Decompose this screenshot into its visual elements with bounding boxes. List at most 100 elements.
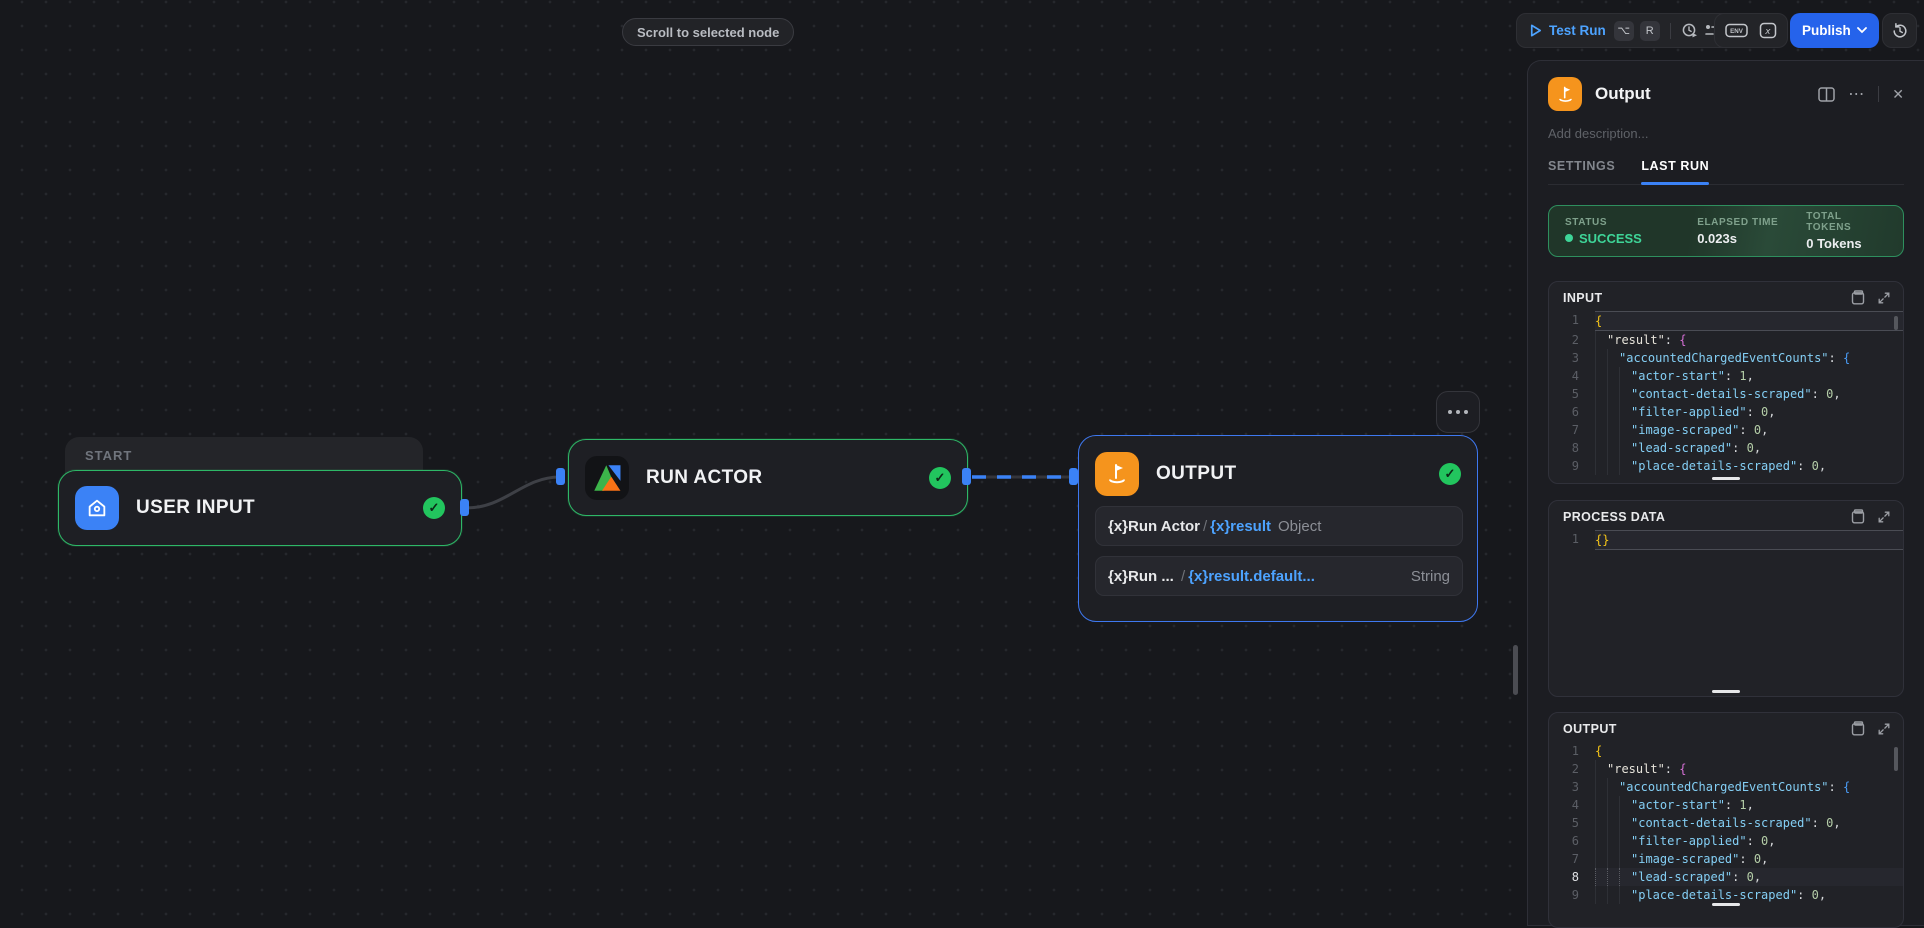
finish-flag-icon (1095, 452, 1139, 496)
code-line: 4"actor-start": 1, (1549, 367, 1903, 385)
input-section: INPUT 1{2"result": {3"accountedChargedEv… (1548, 281, 1904, 484)
code-line: 9"place-details-scraped": 0, (1549, 886, 1903, 904)
node-user-input[interactable]: USER INPUT ✓ (58, 470, 462, 546)
code-line: 6"filter-applied": 0, (1549, 832, 1903, 850)
code-line: 2"result": { (1549, 331, 1903, 349)
node-run-actor[interactable]: RUN ACTOR ✓ (568, 439, 968, 516)
output-section-title: OUTPUT (1563, 722, 1617, 736)
variables-icon[interactable]: x (1759, 22, 1777, 39)
code-line: 5"contact-details-scraped": 0, (1549, 814, 1903, 832)
success-check-icon: ✓ (929, 467, 951, 489)
mapping-reference: {x}result.default... (1188, 568, 1315, 585)
node-title: OUTPUT (1156, 463, 1237, 485)
resize-handle[interactable] (1712, 477, 1740, 481)
process-data-editor[interactable]: 1{} (1549, 528, 1903, 558)
code-line: 3"accountedChargedEventCounts": { (1549, 778, 1903, 796)
svg-text:ENV: ENV (1730, 28, 1744, 35)
input-code-editor[interactable]: 1{2"result": {3"accountedChargedEventCou… (1549, 309, 1903, 483)
copy-icon[interactable] (1851, 290, 1865, 305)
actor-icon (585, 456, 629, 500)
process-data-section: PROCESS DATA 1{} (1548, 500, 1904, 697)
open-docs-icon[interactable] (1818, 87, 1835, 102)
test-run-button[interactable]: Test Run (1549, 23, 1606, 38)
status-dot (1565, 234, 1573, 242)
more-options-icon[interactable]: ⋯ (1848, 84, 1865, 104)
tab-settings[interactable]: SETTINGS (1548, 159, 1615, 184)
input-handle[interactable] (1069, 468, 1078, 485)
description-placeholder[interactable]: Add description... (1548, 126, 1904, 141)
code-scrollbar[interactable] (1894, 747, 1898, 771)
node-output[interactable]: OUTPUT ✓ {x}Run Actor / {x}result Object… (1078, 435, 1478, 622)
elapsed-time-value: 0.023s (1697, 231, 1806, 246)
code-line: 1{ (1549, 311, 1903, 331)
mapping-source: {x}Run ... (1108, 568, 1178, 585)
code-line: 1{ (1549, 742, 1903, 760)
code-scrollbar[interactable] (1894, 316, 1898, 330)
output-mapping-row[interactable]: {x}Run Actor / {x}result Object (1095, 506, 1463, 546)
test-run-group: Test Run ⌥ R (1516, 13, 1733, 48)
process-data-title: PROCESS DATA (1563, 510, 1665, 524)
scroll-to-selected-node-button[interactable]: Scroll to selected node (622, 18, 794, 46)
total-tokens-label: TOTAL TOKENS (1806, 211, 1887, 233)
home-icon (75, 486, 119, 530)
output-node-icon (1548, 77, 1582, 111)
panel-title: Output (1595, 84, 1651, 104)
success-check-icon: ✓ (1439, 463, 1461, 485)
status-label: STATUS (1565, 217, 1697, 228)
code-line: 8"lead-scraped": 0, (1549, 868, 1903, 886)
mapping-separator: / (1178, 568, 1188, 585)
chevron-down-icon (1857, 27, 1867, 34)
publish-button[interactable]: Publish (1790, 13, 1879, 48)
expand-icon[interactable] (1877, 722, 1891, 736)
env-vars-group: ENV x (1714, 13, 1788, 48)
code-line: 6"filter-applied": 0, (1549, 403, 1903, 421)
play-icon[interactable] (1528, 23, 1543, 38)
r-key-badge: R (1640, 21, 1660, 41)
code-line: 7"image-scraped": 0, (1549, 850, 1903, 868)
output-mapping-row[interactable]: {x}Run ... / {x}result.default... String (1095, 556, 1463, 596)
mapping-type: String (1411, 568, 1450, 585)
panel-tabs: SETTINGS LAST RUN (1548, 159, 1904, 185)
code-line: 4"actor-start": 1, (1549, 796, 1903, 814)
option-key-badge: ⌥ (1614, 21, 1634, 41)
input-section-title: INPUT (1563, 291, 1603, 305)
code-line: 9"place-details-scraped": 0, (1549, 457, 1903, 475)
code-line: 2"result": { (1549, 760, 1903, 778)
code-line: 1{} (1549, 530, 1903, 550)
run-status-card: STATUS SUCCESS ELAPSED TIME 0.023s TOTAL… (1548, 205, 1904, 257)
output-handle[interactable] (962, 468, 971, 485)
resize-handle[interactable] (1712, 903, 1740, 907)
expand-icon[interactable] (1877, 510, 1891, 524)
publish-label: Publish (1802, 23, 1851, 38)
input-handle[interactable] (556, 468, 565, 485)
tab-last-run[interactable]: LAST RUN (1641, 159, 1709, 184)
code-line: 7"image-scraped": 0, (1549, 421, 1903, 439)
mapping-type: Object (1278, 518, 1321, 535)
panel-header-divider (1878, 86, 1879, 102)
run-history-button[interactable] (1882, 13, 1917, 48)
elapsed-time-label: ELAPSED TIME (1697, 217, 1806, 228)
start-group-label: START (65, 437, 423, 463)
mapping-separator: / (1200, 518, 1210, 535)
svg-text:x: x (1764, 27, 1771, 37)
expand-icon[interactable] (1877, 291, 1891, 305)
output-section: OUTPUT 1{2"result": {3"accountedChargedE… (1548, 712, 1904, 928)
output-code-editor[interactable]: 1{2"result": {3"accountedChargedEventCou… (1549, 740, 1903, 912)
total-tokens-value: 0 Tokens (1806, 236, 1887, 251)
node-more-button[interactable] (1436, 391, 1480, 433)
mapping-reference: {x}result (1210, 518, 1271, 535)
output-handle[interactable] (460, 499, 469, 516)
history-icon (1891, 22, 1909, 40)
copy-icon[interactable] (1851, 509, 1865, 524)
canvas-scrollbar[interactable] (1513, 645, 1518, 695)
env-icon[interactable]: ENV (1725, 22, 1748, 39)
schedule-run-icon[interactable] (1681, 22, 1698, 39)
node-title: RUN ACTOR (646, 467, 763, 489)
close-icon[interactable]: ✕ (1892, 86, 1904, 103)
code-line: 8"lead-scraped": 0, (1549, 439, 1903, 457)
copy-icon[interactable] (1851, 721, 1865, 736)
code-line: 3"accountedChargedEventCounts": { (1549, 349, 1903, 367)
status-value: SUCCESS (1565, 231, 1697, 246)
resize-handle[interactable] (1712, 690, 1740, 694)
inspector-panel: Output ⋯ ✕ Add description... SETTINGS L… (1527, 60, 1924, 926)
